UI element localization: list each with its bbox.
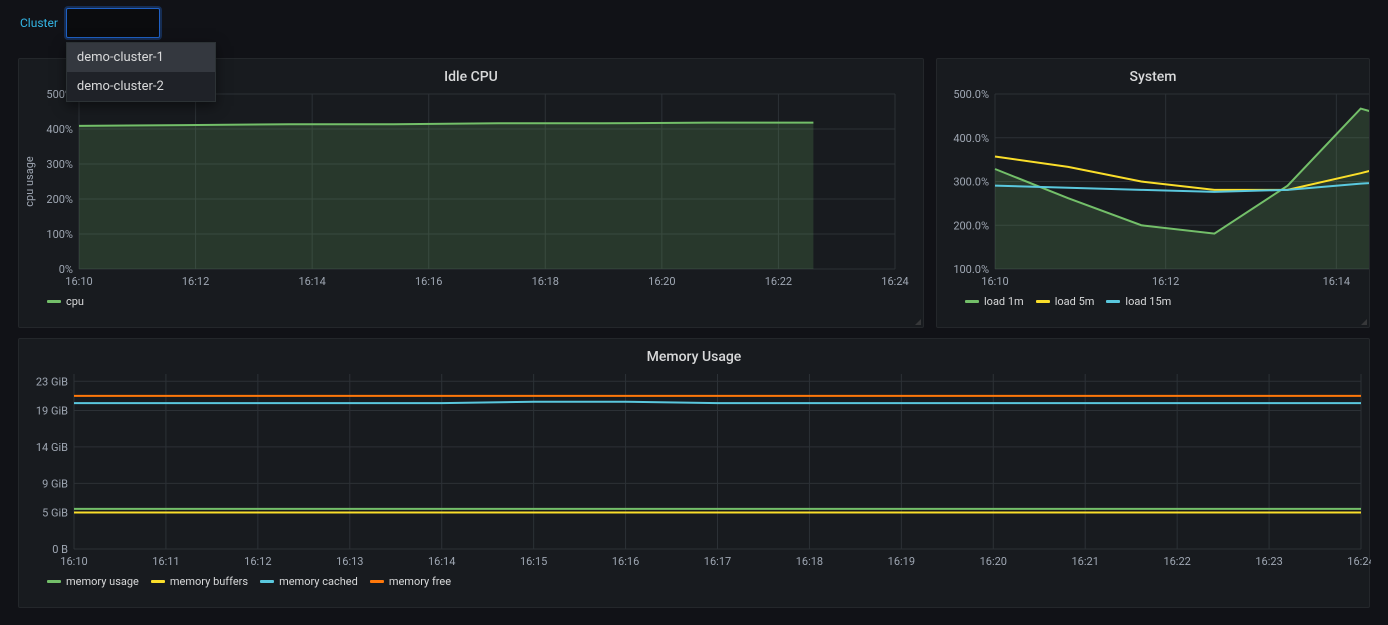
svg-text:16:13: 16:13 [336, 555, 363, 568]
svg-text:16:18: 16:18 [532, 275, 559, 288]
svg-text:16:16: 16:16 [415, 275, 442, 288]
svg-text:16:15: 16:15 [520, 555, 547, 568]
resize-handle-icon[interactable] [1361, 319, 1367, 325]
svg-text:16:10: 16:10 [981, 275, 1008, 288]
svg-text:16:17: 16:17 [704, 555, 731, 568]
legend-item[interactable]: load 15m [1106, 295, 1171, 308]
chart-area: 100.0%200.0%300.0%400.0%500.0%16:1016:12… [937, 89, 1369, 289]
svg-text:400.0%: 400.0% [953, 132, 989, 145]
svg-text:200.0%: 200.0% [953, 219, 989, 232]
dropdown-item[interactable]: demo-cluster-1 [67, 43, 215, 72]
svg-text:16:12: 16:12 [1152, 275, 1179, 288]
legend-label: memory cached [279, 575, 358, 588]
svg-text:16:12: 16:12 [182, 275, 209, 288]
resize-handle-icon[interactable] [915, 319, 921, 325]
svg-text:16:19: 16:19 [888, 555, 915, 568]
svg-text:19 GiB: 19 GiB [36, 404, 68, 417]
svg-text:400%: 400% [46, 123, 73, 136]
svg-text:9 GiB: 9 GiB [42, 477, 68, 490]
svg-text:cpu usage: cpu usage [23, 156, 36, 207]
svg-text:16:22: 16:22 [765, 275, 792, 288]
legend-item[interactable]: load 5m [1036, 295, 1095, 308]
topbar: Cluster demo-cluster-1 demo-cluster-2 [0, 0, 1388, 58]
legend-item[interactable]: memory free [370, 575, 451, 588]
legend-item[interactable]: load 1m [965, 295, 1024, 308]
legend-label: memory buffers [170, 575, 248, 588]
svg-text:16:23: 16:23 [1255, 555, 1282, 568]
legend-label: load 5m [1055, 295, 1095, 308]
chart-area: 0 B5 GiB9 GiB14 GiB19 GiB23 GiB16:1016:1… [19, 369, 1369, 569]
svg-text:16:12: 16:12 [244, 555, 271, 568]
cluster-dropdown: demo-cluster-1 demo-cluster-2 [66, 42, 216, 102]
svg-text:300.0%: 300.0% [953, 176, 989, 189]
panel-memory-usage[interactable]: Memory Usage 0 B5 GiB9 GiB14 GiB19 GiB23… [18, 338, 1370, 608]
legend-swatch [370, 580, 384, 583]
legend: cpu [19, 289, 923, 314]
legend-label: memory free [389, 575, 451, 588]
variable-label: Cluster [20, 16, 58, 30]
legend-item[interactable]: cpu [47, 295, 84, 308]
svg-text:16:20: 16:20 [648, 275, 675, 288]
legend-swatch [1106, 300, 1120, 303]
chart-area: 0%100%200%300%400%500%16:1016:1216:1416:… [19, 89, 923, 289]
svg-text:16:14: 16:14 [298, 275, 325, 288]
panel-title: System [937, 59, 1369, 89]
svg-text:16:24: 16:24 [1347, 555, 1371, 568]
svg-text:300%: 300% [46, 158, 73, 171]
variable-input-wrap: demo-cluster-1 demo-cluster-2 [66, 8, 160, 38]
legend-swatch [47, 580, 61, 583]
legend-item[interactable]: memory buffers [151, 575, 248, 588]
panel-title: Memory Usage [19, 339, 1369, 369]
svg-text:16:10: 16:10 [60, 555, 87, 568]
legend-label: cpu [66, 295, 84, 308]
legend-item[interactable]: memory cached [260, 575, 358, 588]
svg-text:16:21: 16:21 [1072, 555, 1099, 568]
svg-text:100%: 100% [46, 228, 73, 241]
legend-swatch [151, 580, 165, 583]
legend: load 1m load 5m load 15m [937, 289, 1369, 314]
legend-swatch [47, 300, 61, 303]
dropdown-item[interactable]: demo-cluster-2 [67, 72, 215, 101]
legend-label: load 1m [984, 295, 1024, 308]
svg-text:16:22: 16:22 [1163, 555, 1190, 568]
cluster-input[interactable] [66, 8, 160, 38]
svg-text:16:10: 16:10 [65, 275, 92, 288]
legend-swatch [1036, 300, 1050, 303]
svg-text:16:24: 16:24 [881, 275, 908, 288]
legend-label: load 15m [1125, 295, 1171, 308]
svg-text:16:14: 16:14 [1323, 275, 1350, 288]
svg-text:23 GiB: 23 GiB [36, 375, 68, 388]
svg-text:200%: 200% [46, 193, 73, 206]
svg-text:16:14: 16:14 [428, 555, 455, 568]
svg-text:16:20: 16:20 [980, 555, 1007, 568]
svg-text:16:11: 16:11 [152, 555, 179, 568]
legend-item[interactable]: memory usage [47, 575, 139, 588]
legend-label: memory usage [66, 575, 139, 588]
panel-system-load[interactable]: System 100.0%200.0%300.0%400.0%500.0%16:… [936, 58, 1370, 328]
svg-text:14 GiB: 14 GiB [36, 441, 68, 454]
svg-text:5 GiB: 5 GiB [42, 507, 68, 520]
legend: memory usage memory buffers memory cache… [19, 569, 1369, 594]
legend-swatch [260, 580, 274, 583]
svg-text:16:16: 16:16 [612, 555, 639, 568]
legend-swatch [965, 300, 979, 303]
svg-text:16:18: 16:18 [796, 555, 823, 568]
svg-text:500.0%: 500.0% [953, 89, 989, 101]
